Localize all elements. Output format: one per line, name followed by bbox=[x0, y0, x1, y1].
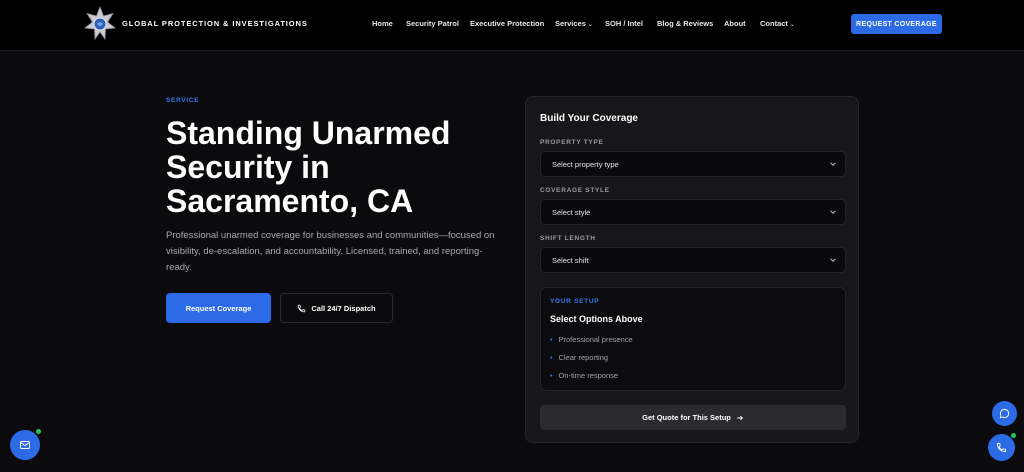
nav-link-blog-reviews[interactable]: Blog & Reviews bbox=[657, 19, 713, 28]
select-value: Select style bbox=[552, 207, 591, 217]
builder-title: Build Your Coverage bbox=[540, 113, 638, 124]
brand-name[interactable]: GLOBAL PROTECTION & INVESTIGATIONS bbox=[122, 19, 308, 28]
select-value: Select shift bbox=[552, 255, 589, 265]
chat-icon bbox=[999, 408, 1010, 419]
chevron-down-icon bbox=[829, 160, 837, 168]
chevron-down-icon: ⌄ bbox=[587, 22, 593, 28]
call-dispatch-button[interactable]: Call 24/7 Dispatch bbox=[280, 293, 393, 323]
list-item: • Clear reporting bbox=[550, 353, 608, 362]
nav-link-label: Home bbox=[372, 19, 393, 28]
arrow-right-icon bbox=[736, 414, 744, 422]
nav-link-services[interactable]: Services ⌄ bbox=[555, 19, 593, 28]
bullet-icon: • bbox=[550, 373, 553, 380]
chat-floating-button[interactable] bbox=[992, 401, 1017, 426]
nav-link-home[interactable]: Home bbox=[372, 19, 393, 28]
nav-link-label: Contact bbox=[760, 19, 788, 28]
nav-link-label: Security Patrol bbox=[406, 19, 459, 28]
nav-link-contact[interactable]: Contact ⌄ bbox=[760, 19, 795, 28]
nav-link-label: Executive Protection bbox=[470, 19, 545, 28]
phone-icon bbox=[297, 304, 306, 313]
online-status-dot bbox=[35, 428, 42, 435]
nav-link-about[interactable]: About bbox=[724, 19, 746, 28]
nav-link-executive-protection[interactable]: Executive Protection bbox=[470, 19, 544, 28]
hero-title: Standing Unarmed Security in Sacramento,… bbox=[166, 115, 451, 219]
nav-link-label: Services bbox=[555, 19, 586, 28]
mail-icon bbox=[19, 439, 31, 451]
nav-link-soh-intel[interactable]: SOH / Intel bbox=[605, 19, 643, 28]
phone-floating-button[interactable] bbox=[988, 432, 1017, 461]
bullet-icon: • bbox=[550, 337, 553, 344]
bullet-icon: • bbox=[550, 355, 553, 362]
chevron-down-icon bbox=[829, 256, 837, 264]
select-value: Select property type bbox=[552, 159, 619, 169]
nav-link-security-patrol[interactable]: Security Patrol bbox=[406, 19, 459, 28]
top-navigation: GLOBAL PROTECTION & INVESTIGATIONS Home … bbox=[0, 0, 1024, 51]
online-status-dot bbox=[1010, 432, 1017, 439]
property-type-select[interactable]: Select property type bbox=[540, 151, 846, 177]
setup-eyebrow: YOUR SETUP bbox=[550, 298, 600, 305]
get-quote-label: Get Quote for This Setup bbox=[642, 413, 731, 422]
property-type-label: PROPERTY TYPE bbox=[540, 139, 604, 146]
chevron-down-icon bbox=[829, 208, 837, 216]
hero-description: Professional unarmed coverage for busine… bbox=[166, 230, 495, 273]
nav-link-label: About bbox=[724, 19, 746, 28]
setup-title: Select Options Above bbox=[550, 314, 643, 324]
nav-link-label: Blog & Reviews bbox=[657, 19, 714, 28]
coverage-style-label: COVERAGE STYLE bbox=[540, 187, 610, 194]
list-item-label: Professional presence bbox=[558, 335, 633, 344]
phone-icon bbox=[996, 442, 1007, 453]
list-item: • Professional presence bbox=[550, 335, 633, 344]
get-quote-button[interactable]: Get Quote for This Setup bbox=[540, 405, 846, 430]
shift-length-select[interactable]: Select shift bbox=[540, 247, 846, 273]
list-item-label: Clear reporting bbox=[558, 353, 609, 362]
coverage-builder-card: Build Your Coverage PROPERTY TYPE Select… bbox=[525, 96, 859, 443]
star-badge-icon[interactable] bbox=[83, 5, 117, 42]
list-item-label: On-time response bbox=[558, 371, 619, 380]
call-dispatch-label: Call 24/7 Dispatch bbox=[311, 303, 376, 313]
nav-link-label: SOH / Intel bbox=[605, 19, 643, 28]
coverage-style-select[interactable]: Select style bbox=[540, 199, 846, 225]
email-floating-button[interactable] bbox=[10, 428, 42, 460]
request-coverage-nav-button[interactable]: REQUEST COVERAGE bbox=[851, 14, 942, 34]
request-coverage-button[interactable]: Request Coverage bbox=[166, 293, 271, 323]
hero-eyebrow: SERVICE bbox=[166, 97, 200, 104]
list-item: • On-time response bbox=[550, 371, 618, 380]
chevron-down-icon: ⌄ bbox=[789, 22, 795, 28]
setup-summary-panel: YOUR SETUP Select Options Above • Profess… bbox=[540, 287, 846, 391]
shift-length-label: SHIFT LENGTH bbox=[540, 235, 596, 242]
